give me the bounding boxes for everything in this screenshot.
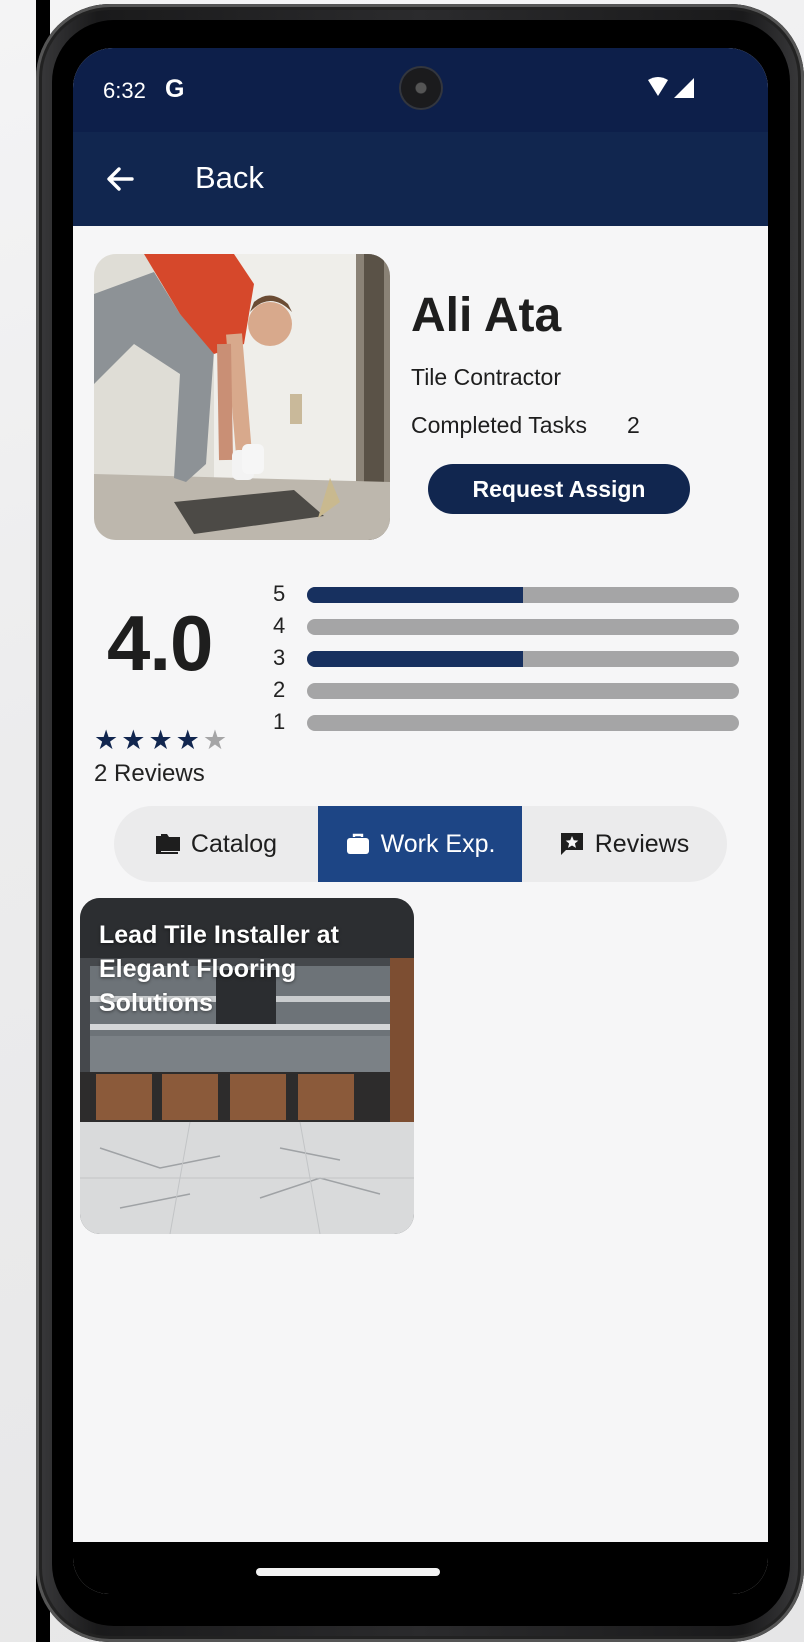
star-filled-icon: ★	[94, 725, 119, 755]
rating-bar-row: 5	[273, 581, 743, 606]
star-filled-icon: ★	[121, 725, 146, 755]
rating-bar-label: 5	[273, 581, 286, 606]
work-experience-title: Lead Tile Installer at Elegant Flooring …	[99, 921, 339, 1017]
tab-catalog[interactable]: Catalog	[114, 806, 318, 882]
star-empty-icon: ★	[202, 725, 228, 755]
request-assign-button[interactable]: Request Assign	[428, 464, 690, 514]
rating-bar-row: 4	[273, 613, 743, 638]
rating-bar-track	[307, 587, 739, 603]
contractor-name: Ali Ata	[411, 289, 562, 342]
arrow-left-icon[interactable]	[105, 164, 135, 194]
profile-photo	[94, 254, 390, 540]
rating-bar-track	[307, 619, 739, 635]
rating-bar-fill	[307, 587, 523, 603]
home-gesture-handle[interactable]	[256, 1568, 440, 1576]
folder-icon	[155, 834, 180, 854]
app-screen: 6:32 G Back Ali Ata Tile Contractor Comp…	[73, 48, 768, 1594]
tab-label: Catalog	[190, 829, 278, 858]
rating-bar-label: 2	[273, 677, 286, 702]
signal-icons	[648, 77, 694, 98]
rating-bar-row: 2	[273, 677, 743, 702]
star-filled-icon: ★	[148, 725, 173, 755]
status-bar: 6:32 G	[73, 48, 768, 132]
tab-label: Work Exp.	[380, 829, 496, 858]
rating-bar-track	[307, 651, 739, 667]
rating-bar-row: 1	[273, 709, 743, 734]
work-experience-card[interactable]: Lead Tile Installer at Elegant Flooring …	[80, 898, 414, 1234]
wifi-icon	[648, 77, 668, 96]
review-star-icon	[560, 833, 583, 855]
rating-bar-row: 3	[273, 645, 743, 670]
status-time: 6:32	[103, 78, 146, 103]
reviews-count: 2 Reviews	[94, 760, 205, 787]
back-button[interactable]: Back	[195, 160, 264, 196]
rating-bar-label: 1	[273, 709, 286, 734]
rating-bar-label: 4	[273, 613, 286, 638]
front-camera	[401, 68, 441, 108]
app-bar: Back	[73, 132, 768, 226]
completed-tasks-label: Completed Tasks	[411, 412, 587, 438]
star-filled-icon: ★	[175, 725, 200, 755]
tab-work-exp[interactable]: Work Exp.	[318, 806, 522, 882]
tab-label: Reviews	[594, 829, 690, 858]
rating-bar-track	[307, 683, 739, 699]
tab-reviews[interactable]: Reviews	[522, 806, 726, 882]
briefcase-icon	[346, 833, 369, 854]
google-icon: G	[165, 75, 185, 103]
cell-signal-icon	[674, 78, 694, 98]
completed-tasks-count: 2	[627, 412, 640, 438]
rating-bar-label: 3	[273, 645, 286, 670]
rating-bar-track	[307, 715, 739, 731]
star-rating: ★ ★ ★ ★ ★	[94, 726, 227, 754]
rating-bar-fill	[307, 651, 523, 667]
profile-tabs: Catalog Work Exp. Reviews	[114, 806, 727, 882]
contractor-photo-illustration	[94, 254, 390, 540]
average-rating: 4.0	[107, 599, 213, 687]
contractor-role: Tile Contractor	[411, 364, 561, 390]
